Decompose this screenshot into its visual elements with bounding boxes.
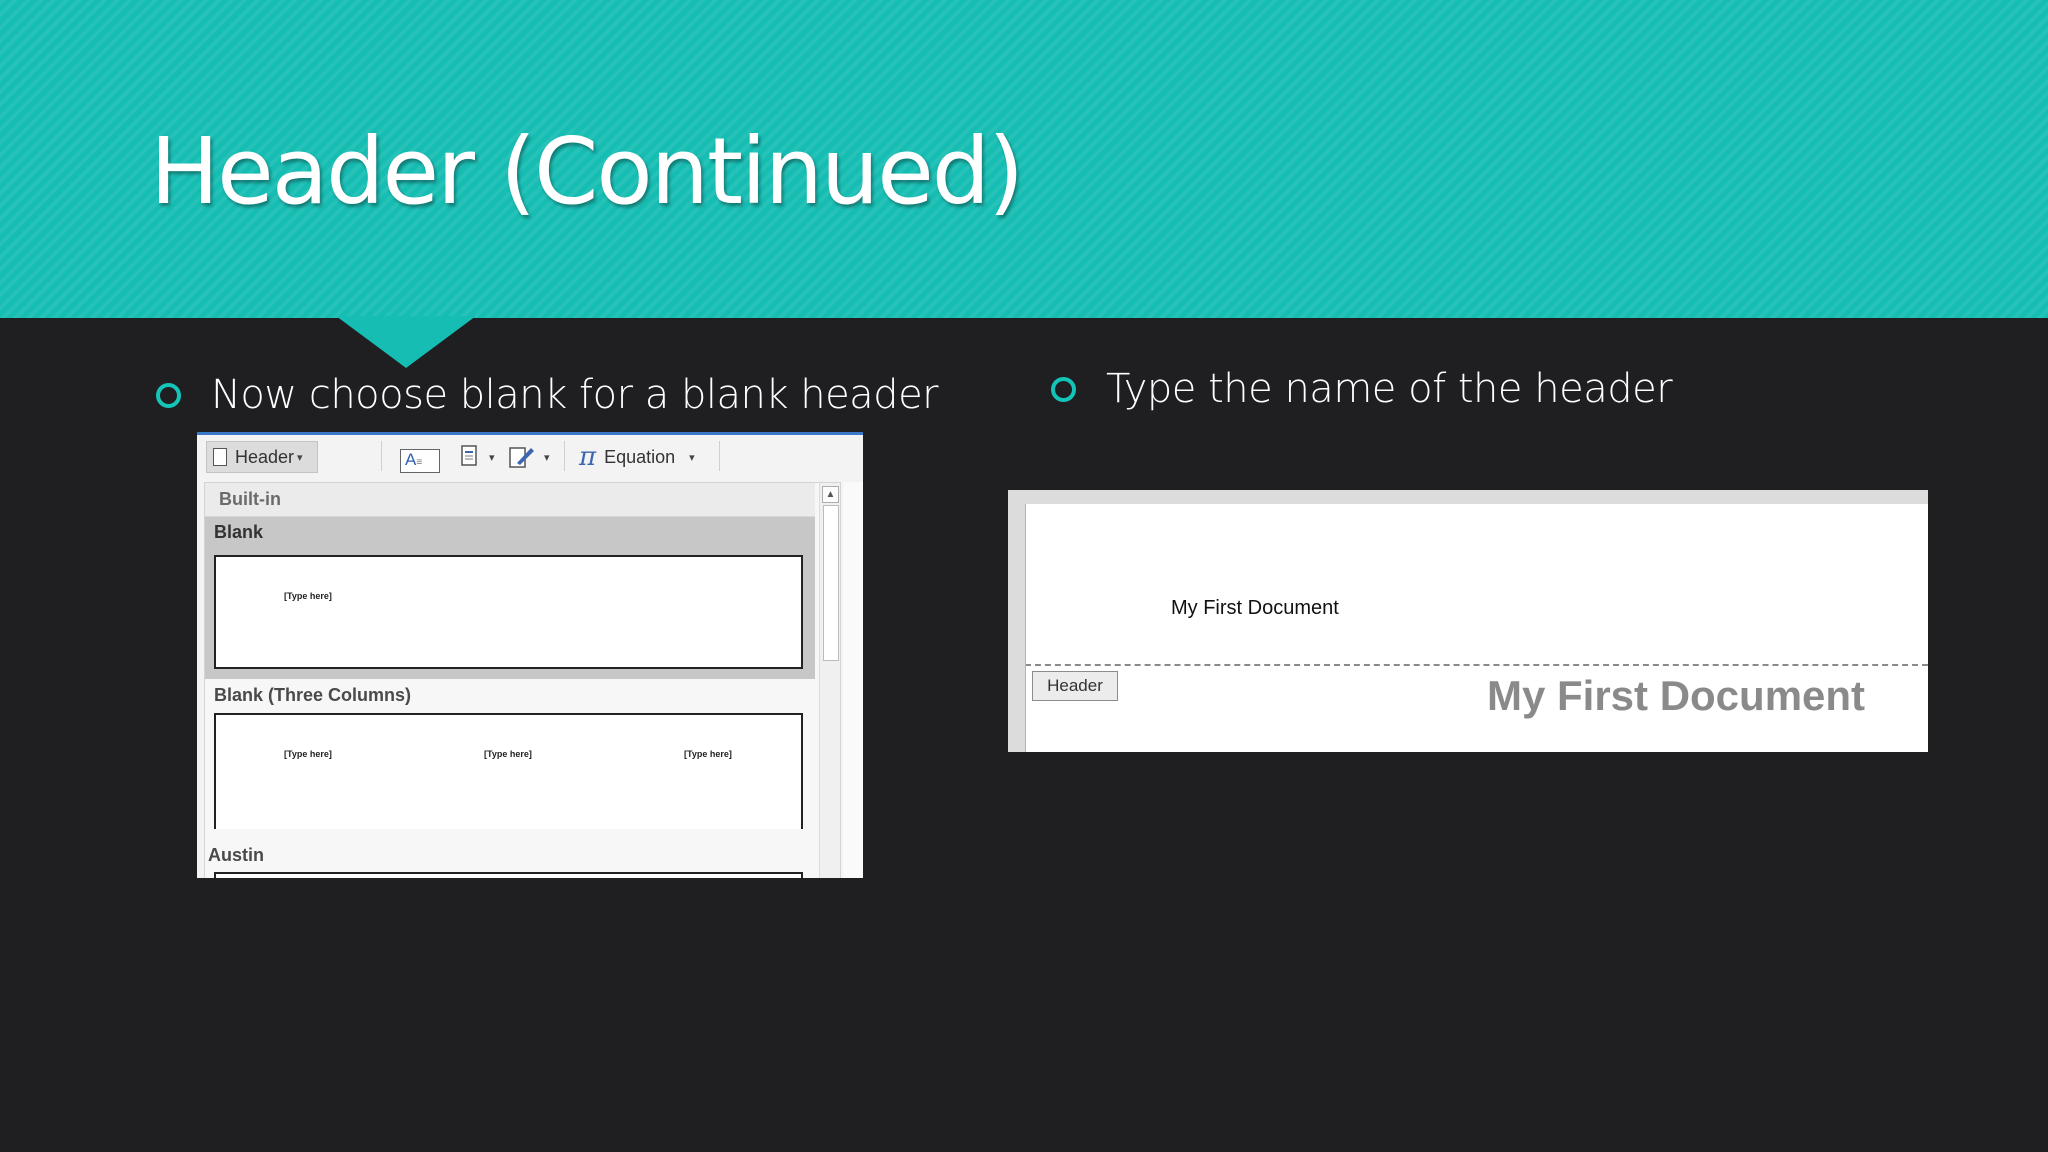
gallery-item-label: Blank (Three Columns) bbox=[214, 685, 412, 705]
header-button-label: Header bbox=[235, 446, 295, 467]
equation-button[interactable]: π Equation ▾ bbox=[579, 441, 695, 473]
ribbon-separator bbox=[719, 441, 720, 471]
quick-parts-icon[interactable] bbox=[460, 445, 480, 472]
signature-line-icon[interactable] bbox=[509, 445, 535, 474]
gallery-thumbnail: [Type here] bbox=[214, 555, 803, 669]
header-editing-screenshot: My First Document Header My First Docume… bbox=[1008, 490, 1928, 752]
document-page[interactable]: My First Document Header My First Docume… bbox=[1025, 504, 1928, 752]
header-gallery-screenshot: Header ▾ A≡ ▾ ▾ π Equation ▾ Built-in Bl… bbox=[197, 432, 863, 878]
bullet-right: Type the name of the header bbox=[1051, 366, 1673, 412]
textbox-icon[interactable]: A≡ bbox=[400, 449, 440, 473]
equation-label: Equation bbox=[604, 446, 676, 467]
chevron-down-icon: ▾ bbox=[689, 451, 695, 464]
bullet-right-text: Type the name of the header bbox=[1106, 366, 1673, 412]
gallery-item-blank-three-columns[interactable]: [Type here] [Type here] [Type here] bbox=[214, 713, 803, 829]
header-content-text[interactable]: My First Document bbox=[1171, 597, 1339, 620]
ribbon-gutter bbox=[843, 482, 863, 878]
chevron-down-icon: ▾ bbox=[297, 451, 303, 464]
gallery-item-label: Austin bbox=[208, 845, 264, 865]
gallery-item-label: Blank bbox=[214, 522, 264, 542]
type-here-placeholder: [Type here] bbox=[284, 591, 332, 601]
ribbon-separator bbox=[564, 441, 565, 471]
header-boundary-line bbox=[1025, 664, 1928, 666]
scroll-up-icon[interactable]: ▲ bbox=[822, 486, 839, 503]
gallery-scrollbar[interactable]: ▲ bbox=[819, 483, 840, 878]
scroll-thumb[interactable] bbox=[823, 505, 839, 661]
bullet-left: Now choose blank for a blank header bbox=[156, 372, 939, 418]
bullet-ring-icon bbox=[1051, 376, 1076, 402]
chevron-down-icon[interactable]: ▾ bbox=[489, 451, 495, 464]
pi-icon: π bbox=[579, 442, 597, 472]
bullet-left-text: Now choose blank for a blank header bbox=[211, 372, 939, 418]
ribbon-separator bbox=[381, 441, 382, 471]
ribbon: Header ▾ A≡ ▾ ▾ π Equation ▾ bbox=[197, 435, 863, 480]
document-icon bbox=[213, 448, 227, 466]
type-here-placeholder: [Type here] bbox=[284, 749, 332, 759]
document-body-heading[interactable]: My First Document bbox=[1487, 672, 1865, 720]
page-edge bbox=[1025, 504, 1026, 752]
bullet-ring-icon bbox=[156, 382, 181, 408]
title-notch bbox=[336, 316, 476, 368]
slide-title: Header (Continued) bbox=[150, 118, 1024, 225]
chevron-down-icon[interactable]: ▾ bbox=[544, 451, 550, 464]
type-here-placeholder: [Type here] bbox=[684, 749, 732, 759]
gallery-item-austin[interactable] bbox=[214, 872, 803, 878]
gallery-item-blank[interactable]: Blank [Type here] bbox=[205, 517, 815, 679]
header-tag: Header bbox=[1032, 671, 1118, 701]
header-dropdown-button[interactable]: Header ▾ bbox=[206, 441, 318, 473]
gallery-section-heading: Built-in bbox=[205, 483, 815, 517]
type-here-placeholder: [Type here] bbox=[484, 749, 532, 759]
header-gallery: Built-in Blank [Type here] Blank (Three … bbox=[204, 482, 841, 878]
